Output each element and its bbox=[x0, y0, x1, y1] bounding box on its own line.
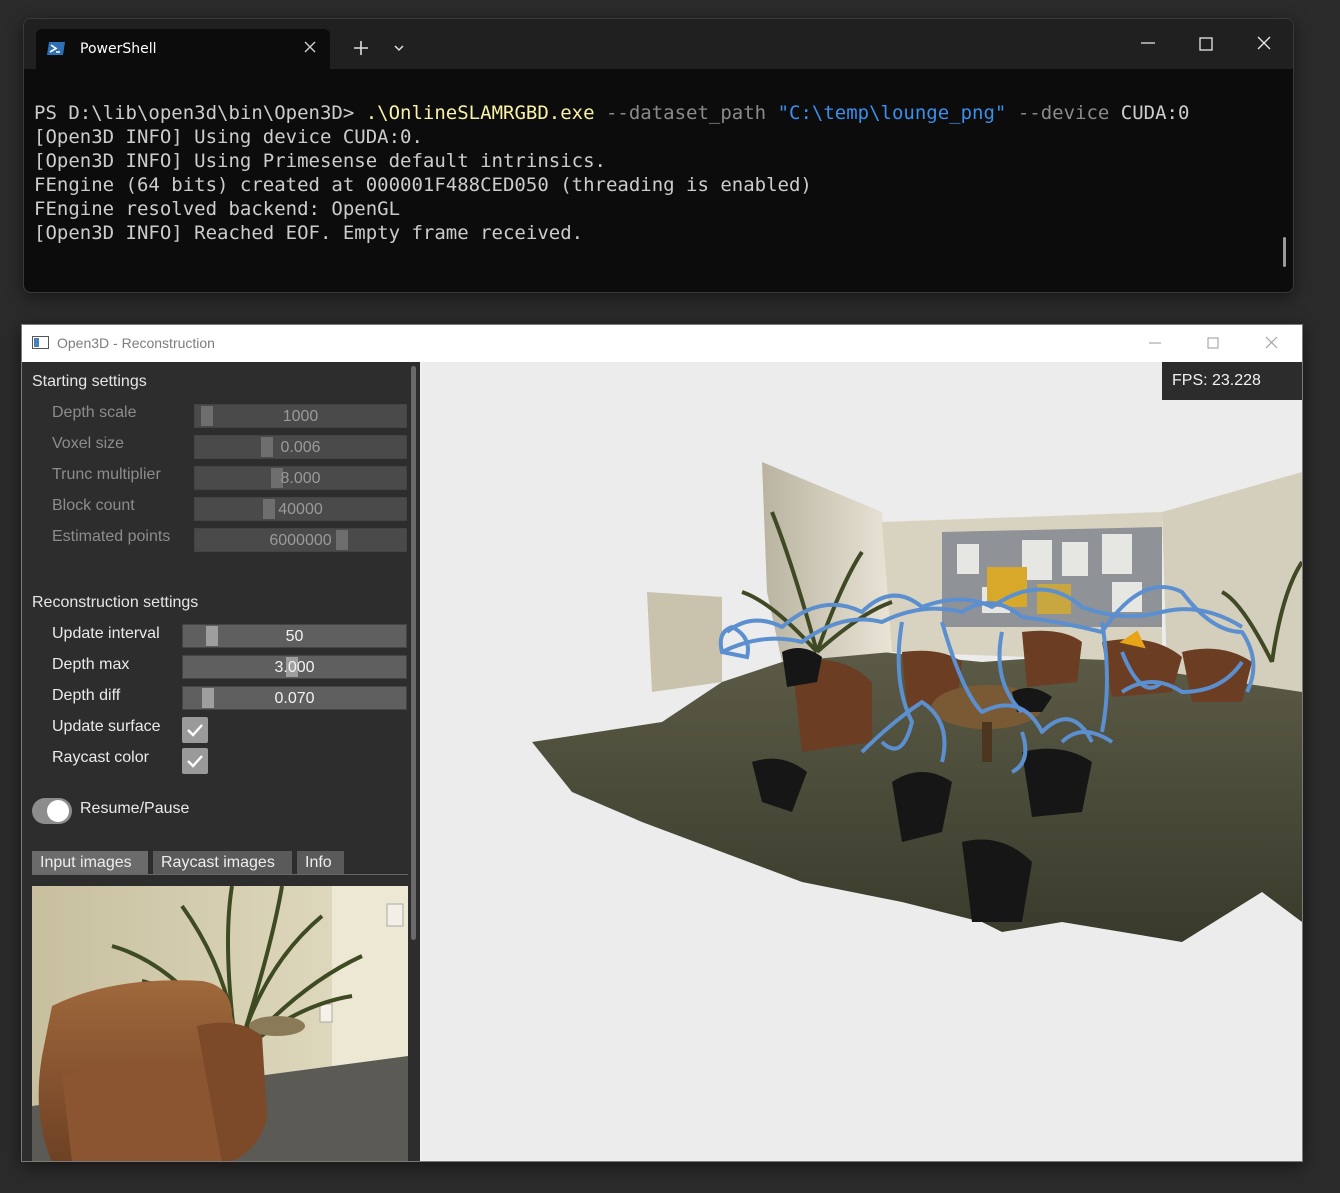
title-bar: PowerShell bbox=[24, 19, 1293, 69]
slider-value: 0.070 bbox=[274, 690, 315, 707]
starting-settings-heading: Starting settings bbox=[32, 373, 147, 390]
terminal-line: [Open3D INFO] Using device CUDA:0. bbox=[34, 126, 423, 148]
input-color-image bbox=[32, 886, 408, 1161]
estimated-points-label: Estimated points bbox=[52, 528, 171, 545]
depth-scale-slider: 1000 bbox=[194, 404, 407, 428]
terminal-scrollbar[interactable] bbox=[1283, 237, 1286, 267]
terminal-line: [Open3D INFO] Reached EOF. Empty frame r… bbox=[34, 222, 584, 244]
update-interval-slider[interactable]: 50 bbox=[182, 624, 407, 648]
settings-panel: Starting settings Depth scale 1000 Voxel… bbox=[22, 362, 420, 1161]
slider-value: 1000 bbox=[282, 408, 319, 425]
panel-scrollbar[interactable] bbox=[411, 366, 416, 940]
plus-icon bbox=[354, 41, 368, 55]
maximize-icon bbox=[1207, 337, 1219, 349]
command-path-arg: "C:\temp\lounge_png" bbox=[777, 102, 1007, 124]
estimated-points-slider: 6000000 bbox=[194, 528, 407, 552]
close-button[interactable] bbox=[1248, 325, 1294, 365]
command-flag: --dataset_path bbox=[605, 102, 767, 124]
maximize-icon bbox=[1199, 37, 1213, 51]
new-tab-button[interactable] bbox=[348, 35, 374, 61]
terminal-line: FEngine resolved backend: OpenGL bbox=[34, 198, 401, 220]
toggle-knob bbox=[47, 800, 69, 822]
tab-dropdown-button[interactable] bbox=[386, 35, 412, 61]
depth-scale-label: Depth scale bbox=[52, 404, 137, 421]
slider-value: 40000 bbox=[278, 501, 323, 518]
depth-max-label: Depth max bbox=[52, 656, 130, 673]
chevron-down-icon bbox=[394, 45, 404, 52]
block-count-slider: 40000 bbox=[194, 497, 407, 521]
app-icon bbox=[32, 336, 49, 349]
voxel-size-slider: 0.006 bbox=[194, 435, 407, 459]
tab-divider bbox=[32, 874, 408, 875]
checkmark-icon bbox=[187, 755, 203, 768]
update-interval-label: Update interval bbox=[52, 625, 160, 642]
slider-value: 50 bbox=[285, 628, 304, 645]
tab-powershell[interactable]: PowerShell bbox=[36, 29, 330, 69]
minimize-icon bbox=[1149, 342, 1161, 344]
maximize-button[interactable] bbox=[1190, 325, 1236, 365]
update-surface-checkbox[interactable] bbox=[182, 717, 208, 743]
raycast-color-label: Raycast color bbox=[52, 749, 149, 766]
terminal-line: [Open3D INFO] Using Primesense default i… bbox=[34, 150, 606, 172]
slider-value: 6000000 bbox=[269, 532, 332, 549]
slider-value: 0.006 bbox=[280, 439, 321, 456]
slider-value: 8.000 bbox=[280, 470, 321, 487]
block-count-label: Block count bbox=[52, 497, 135, 514]
close-button[interactable] bbox=[1241, 23, 1287, 63]
voxel-size-label: Voxel size bbox=[52, 435, 125, 452]
command-executable: .\OnlineSLAMRGBD.exe bbox=[365, 102, 595, 124]
tab-title: PowerShell bbox=[80, 41, 157, 57]
resume-pause-label: Resume/Pause bbox=[80, 800, 190, 817]
terminal-output[interactable]: PS D:\lib\open3d\bin\Open3D> .\OnlineSLA… bbox=[34, 101, 1189, 245]
maximize-button[interactable] bbox=[1183, 23, 1229, 63]
minimize-icon bbox=[1141, 42, 1155, 44]
tab-input-images[interactable]: Input images bbox=[32, 851, 148, 875]
raycast-color-checkbox[interactable] bbox=[182, 748, 208, 774]
powershell-icon bbox=[47, 42, 65, 55]
fps-counter: FPS: 23.228 bbox=[1162, 362, 1302, 400]
slider-value: 3.000 bbox=[274, 659, 315, 676]
minimize-button[interactable] bbox=[1132, 325, 1178, 365]
command-device-arg: CUDA:0 bbox=[1120, 102, 1190, 124]
depth-diff-label: Depth diff bbox=[52, 687, 121, 704]
reconstruction-scene bbox=[532, 462, 1302, 942]
window-title: Open3D - Reconstruction bbox=[57, 335, 215, 351]
tab-raycast-images[interactable]: Raycast images bbox=[153, 851, 292, 875]
powershell-window: PowerShell PS D:\lib\open3d\bin\Open3D> … bbox=[23, 18, 1294, 293]
minimize-button[interactable] bbox=[1125, 23, 1171, 63]
tab-info[interactable]: Info bbox=[297, 851, 344, 875]
close-icon bbox=[1265, 336, 1278, 349]
command-flag: --device bbox=[1017, 102, 1110, 124]
3d-viewport[interactable]: FPS: 23.228 bbox=[422, 362, 1302, 1161]
trunc-multiplier-slider: 8.000 bbox=[194, 466, 407, 490]
close-icon bbox=[1257, 36, 1271, 50]
reconstruction-settings-heading: Reconstruction settings bbox=[32, 594, 199, 611]
depth-max-slider[interactable]: 3.000 bbox=[182, 655, 407, 679]
open3d-window: Open3D - Reconstruction Starting setting… bbox=[21, 324, 1303, 1162]
update-surface-label: Update surface bbox=[52, 718, 161, 735]
checkmark-icon bbox=[187, 724, 203, 737]
prompt: PS D:\lib\open3d\bin\Open3D> bbox=[34, 102, 366, 124]
close-tab-icon[interactable] bbox=[300, 37, 320, 57]
depth-diff-slider[interactable]: 0.070 bbox=[182, 686, 407, 710]
title-bar: Open3D - Reconstruction bbox=[22, 325, 1302, 362]
trunc-multiplier-label: Trunc multiplier bbox=[52, 466, 161, 483]
terminal-line: FEngine (64 bits) created at 000001F488C… bbox=[34, 174, 812, 196]
resume-pause-toggle[interactable] bbox=[32, 798, 72, 824]
